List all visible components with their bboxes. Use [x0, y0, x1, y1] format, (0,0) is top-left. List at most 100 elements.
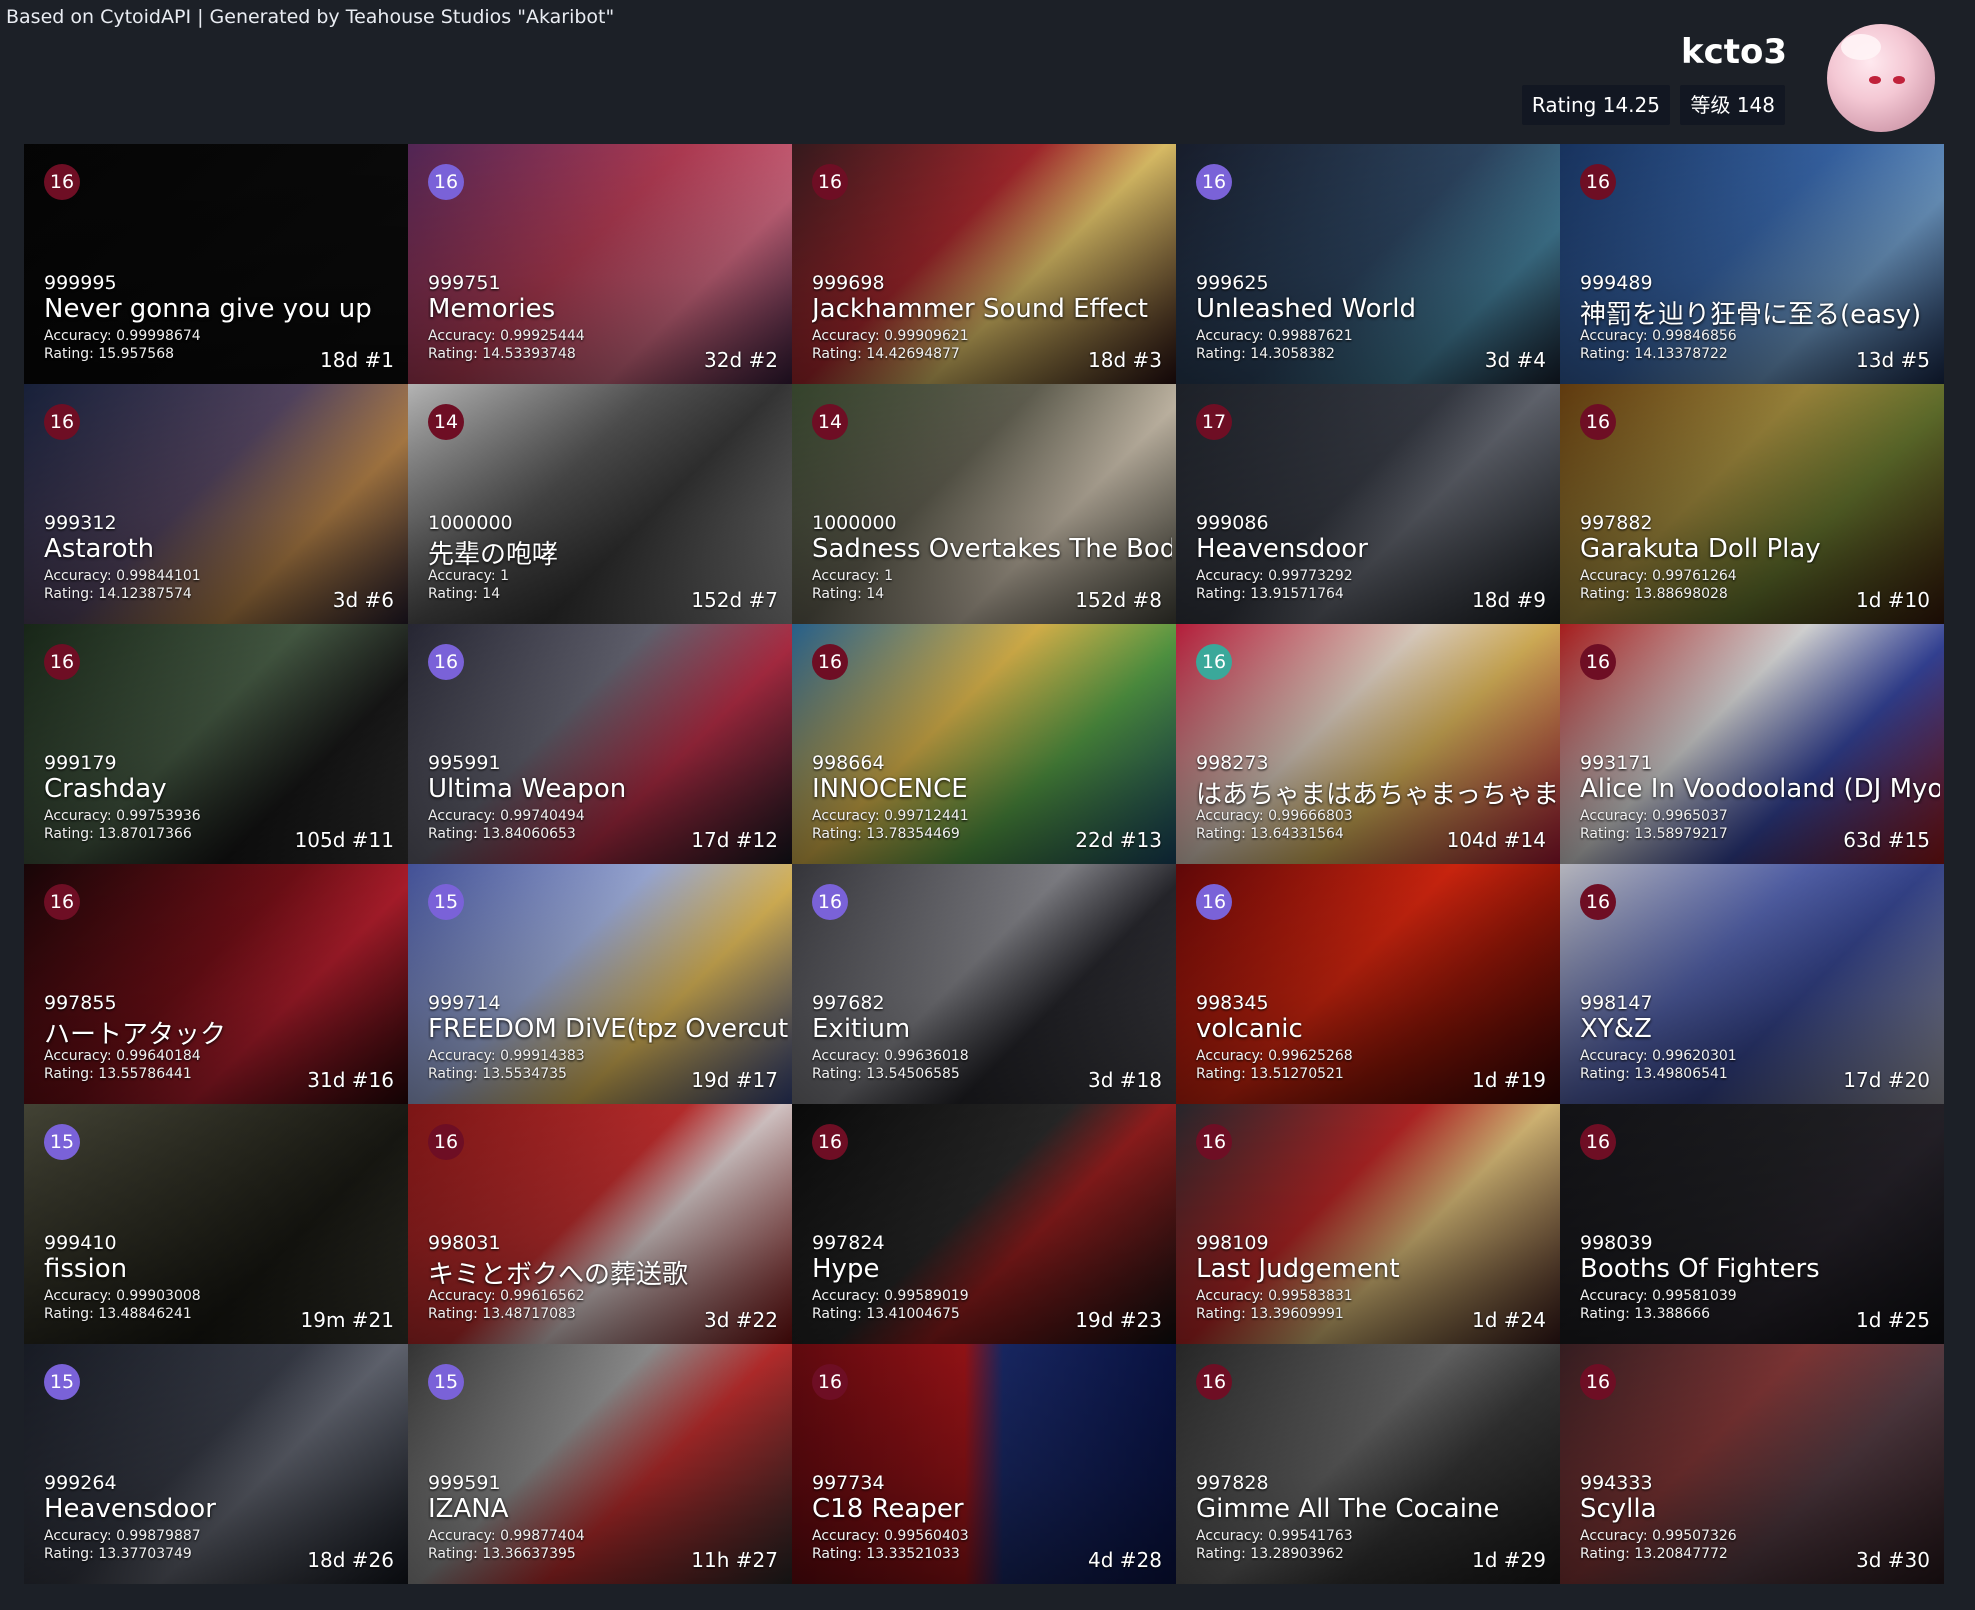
score-card: 16 999625 Unleashed World Accuracy: 0.99…	[1176, 144, 1560, 384]
rating-text: Rating: 13.5534735	[428, 1066, 567, 1082]
rating-text: Rating: 13.55786441	[44, 1066, 192, 1082]
rating-text: Rating: 13.36637395	[428, 1546, 576, 1562]
age-rank-text: 3d #18	[1088, 1068, 1162, 1092]
difficulty-badge: 17	[1196, 404, 1232, 440]
score-card: 15 999410 fission Accuracy: 0.99903008 R…	[24, 1104, 408, 1344]
score-value: 999264	[44, 1472, 117, 1494]
score-card: 16 999751 Memories Accuracy: 0.99925444 …	[408, 144, 792, 384]
age-rank-text: 18d #26	[307, 1548, 394, 1572]
age-rank-text: 32d #2	[704, 348, 778, 372]
rating-text: Rating: 14	[812, 586, 885, 602]
song-title: fission	[44, 1254, 128, 1284]
accuracy-text: Accuracy: 0.99846856	[1580, 328, 1737, 344]
song-title: Garakuta Doll Play	[1580, 534, 1821, 564]
score-value: 994333	[1580, 1472, 1653, 1494]
score-value: 999714	[428, 992, 501, 1014]
score-value: 997882	[1580, 512, 1653, 534]
age-rank-text: 22d #13	[1075, 828, 1162, 852]
score-value: 997824	[812, 1232, 885, 1254]
accuracy-text: Accuracy: 0.99753936	[44, 808, 201, 824]
age-rank-text: 3d #30	[1856, 1548, 1930, 1572]
rating-text: Rating: 13.91571764	[1196, 586, 1344, 602]
score-value: 998147	[1580, 992, 1653, 1014]
age-rank-text: 105d #11	[294, 828, 394, 852]
difficulty-badge: 16	[44, 404, 80, 440]
score-value: 999489	[1580, 272, 1653, 294]
song-title: Gimme All The Cocaine	[1196, 1494, 1500, 1524]
song-title: Astaroth	[44, 534, 155, 564]
age-rank-text: 17d #12	[691, 828, 778, 852]
song-title: Memories	[428, 294, 556, 324]
score-card: 15 999591 IZANA Accuracy: 0.99877404 Rat…	[408, 1344, 792, 1584]
rating-text: Rating: 13.388666	[1580, 1306, 1711, 1322]
difficulty-badge: 16	[1580, 1124, 1616, 1160]
song-title: 先辈の咆哮	[428, 540, 559, 570]
accuracy-text: Accuracy: 0.99844101	[44, 568, 201, 584]
score-value: 999086	[1196, 512, 1269, 534]
rating-text: Rating: 14.12387574	[44, 586, 192, 602]
song-title: Booths Of Fighters	[1580, 1254, 1820, 1284]
difficulty-badge: 14	[428, 404, 464, 440]
age-rank-text: 18d #9	[1472, 588, 1546, 612]
song-title: Exitium	[812, 1014, 911, 1044]
score-card: 17 999086 Heavensdoor Accuracy: 0.997732…	[1176, 384, 1560, 624]
difficulty-badge: 14	[812, 404, 848, 440]
score-card: 16 998273 はあちゃまはあちゃまっちゃま Accuracy: 0.996…	[1176, 624, 1560, 864]
difficulty-badge: 15	[428, 884, 464, 920]
difficulty-badge: 16	[812, 644, 848, 680]
score-card: 16 997855 ハートアタック Accuracy: 0.99640184 R…	[24, 864, 408, 1104]
age-rank-text: 1d #29	[1472, 1548, 1546, 1572]
score-card: 14 1000000 Sadness Overtakes The Body Ac…	[792, 384, 1176, 624]
score-value: 999591	[428, 1472, 501, 1494]
rating-text: Rating: 13.28903962	[1196, 1546, 1344, 1562]
avatar-bow	[1841, 34, 1881, 60]
song-title: IZANA	[428, 1494, 509, 1524]
difficulty-badge: 16	[1580, 644, 1616, 680]
score-value: 998109	[1196, 1232, 1269, 1254]
song-title: Alice In Voodooland (DJ Myosuke	[1580, 774, 1940, 804]
age-rank-text: 1d #19	[1472, 1068, 1546, 1092]
difficulty-badge: 15	[44, 1124, 80, 1160]
difficulty-badge: 16	[1196, 1124, 1232, 1160]
score-card: 16 995991 Ultima Weapon Accuracy: 0.9974…	[408, 624, 792, 864]
score-value: 999410	[44, 1232, 117, 1254]
difficulty-badge: 16	[1580, 1364, 1616, 1400]
age-rank-text: 152d #7	[691, 588, 778, 612]
rating-text: Rating: 13.48846241	[44, 1306, 192, 1322]
score-card: 14 1000000 先辈の咆哮 Accuracy: 1 Rating: 14 …	[408, 384, 792, 624]
rating-text: Rating: 14.13378722	[1580, 346, 1728, 362]
score-card: 16 998039 Booths Of Fighters Accuracy: 0…	[1560, 1104, 1944, 1344]
difficulty-badge: 16	[1580, 404, 1616, 440]
score-card: 16 997882 Garakuta Doll Play Accuracy: 0…	[1560, 384, 1944, 624]
score-value: 995991	[428, 752, 501, 774]
accuracy-text: Accuracy: 0.99925444	[428, 328, 585, 344]
difficulty-badge: 16	[44, 164, 80, 200]
age-rank-text: 3d #6	[332, 588, 394, 612]
rating-text: Rating: 13.39609991	[1196, 1306, 1344, 1322]
song-title: はあちゃまはあちゃまっちゃま	[1196, 780, 1556, 810]
accuracy-text: Accuracy: 0.99773292	[1196, 568, 1353, 584]
accuracy-text: Accuracy: 0.99640184	[44, 1048, 201, 1064]
score-value: 999625	[1196, 272, 1269, 294]
score-value: 1000000	[812, 512, 897, 534]
accuracy-text: Accuracy: 0.99909621	[812, 328, 969, 344]
accuracy-text: Accuracy: 0.99620301	[1580, 1048, 1737, 1064]
song-title: 神罰を辿り狂骨に至る(easy)	[1580, 300, 1922, 330]
score-value: 998273	[1196, 752, 1269, 774]
score-card: 16 997682 Exitium Accuracy: 0.99636018 R…	[792, 864, 1176, 1104]
song-title: C18 Reaper	[812, 1494, 964, 1524]
score-value: 1000000	[428, 512, 513, 534]
accuracy-text: Accuracy: 0.99583831	[1196, 1288, 1353, 1304]
score-card: 15 999264 Heavensdoor Accuracy: 0.998798…	[24, 1344, 408, 1584]
best-scores-grid: 16 999995 Never gonna give you up Accura…	[24, 144, 1944, 1584]
profile-header: kcto3 Rating 14.25 等级 148	[1345, 22, 1945, 142]
age-rank-text: 13d #5	[1856, 348, 1930, 372]
score-card: 16 999698 Jackhammer Sound Effect Accura…	[792, 144, 1176, 384]
song-title: FREEDOM DiVE(tpz Overcute Remix)	[428, 1014, 788, 1044]
score-card: 16 998664 INNOCENCE Accuracy: 0.99712441…	[792, 624, 1176, 864]
song-title: Ultima Weapon	[428, 774, 627, 804]
age-rank-text: 18d #3	[1088, 348, 1162, 372]
score-value: 998039	[1580, 1232, 1653, 1254]
rating-text: Rating: 14.3058382	[1196, 346, 1335, 362]
song-title: INNOCENCE	[812, 774, 968, 804]
